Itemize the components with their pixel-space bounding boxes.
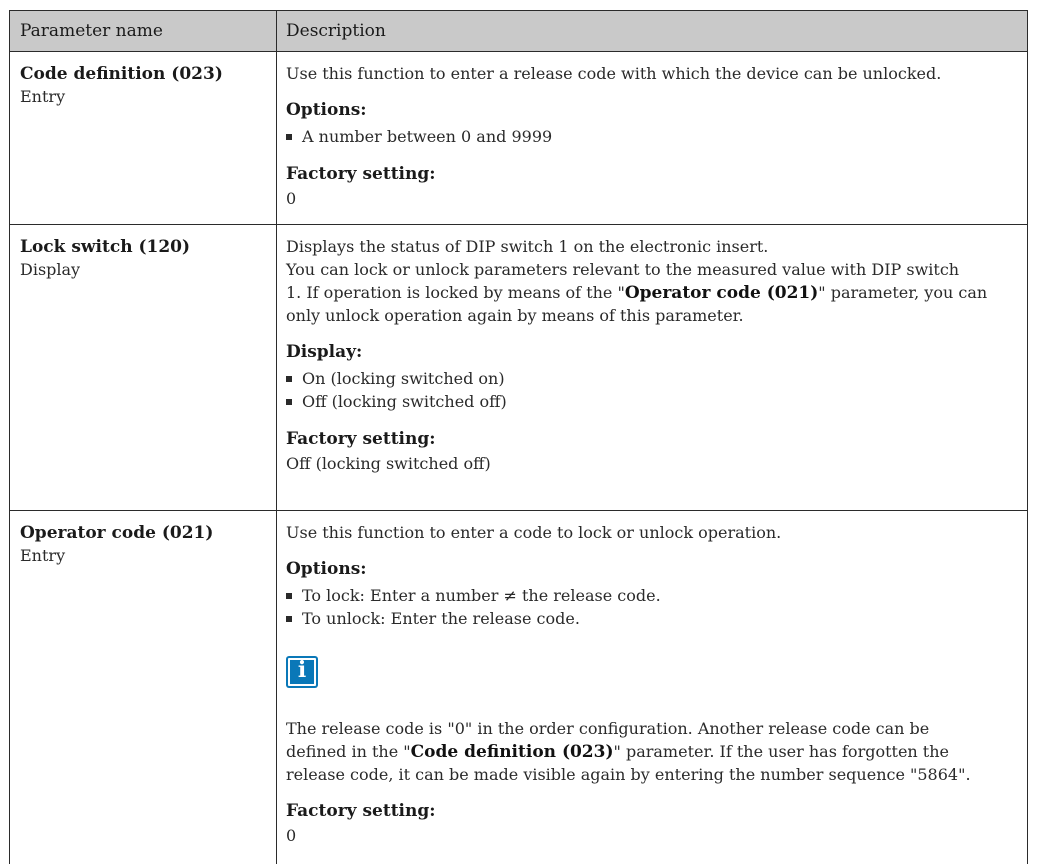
factory-setting-value: 0 [286,189,297,208]
factory-setting-heading: Factory setting: [286,801,436,821]
table-row: Operator code (021) Entry Use this funct… [10,511,1027,864]
table-header: Parameter name Description [10,10,1027,52]
factory-setting-heading: Factory setting: [286,164,436,184]
header-description: Description [286,21,386,41]
info-icon: i [286,656,318,688]
parameter-reference: Operator code (021) [624,283,819,303]
list-item: To unlock: Enter the release code. [286,609,580,628]
factory-setting-value: Off (locking switched off) [286,454,491,473]
parameter-name: Code definition (023) [20,64,223,84]
table-row: Lock switch (120) Display Displays the s… [10,225,1027,511]
note-text: The release code is "0" in the order con… [286,719,930,738]
description-text: only unlock operation again by means of … [286,306,744,325]
header-parameter-name: Parameter name [20,21,163,41]
parameter-type: Entry [20,546,66,565]
parameter-type: Entry [20,87,66,106]
table-row: Code definition (023) Entry Use this fun… [10,52,1027,225]
factory-setting-heading: Factory setting: [286,429,436,449]
parameter-name: Lock switch (120) [20,237,191,257]
display-heading: Display: [286,342,363,362]
description-text: Displays the status of DIP switch 1 on t… [286,237,769,256]
options-heading: Options: [286,559,367,579]
list-item: A number between 0 and 9999 [285,127,552,146]
parameter-type: Display [20,260,81,279]
note-text: release code, it can be made visible aga… [286,765,971,784]
description-text: Use this function to enter a release cod… [286,64,942,83]
list-item: Off (locking switched off) [286,392,507,411]
description-text: Use this function to enter a code to loc… [286,523,782,542]
parameter-table: Parameter name Description Code definiti… [9,10,1028,864]
list-item: To lock: Enter a number ≠ the release co… [286,586,661,605]
list-item: On (locking switched on) [286,369,505,388]
note-text: defined in the "Code definition (023)" p… [286,742,950,762]
factory-setting-value: 0 [286,826,297,845]
parameter-reference: Code definition (023) [410,742,614,762]
parameter-name: Operator code (021) [20,523,214,543]
options-heading: Options: [286,100,367,120]
column-divider [276,10,277,864]
description-text: You can lock or unlock parameters releva… [286,260,960,279]
description-text: 1. If operation is locked by means of th… [286,283,988,303]
